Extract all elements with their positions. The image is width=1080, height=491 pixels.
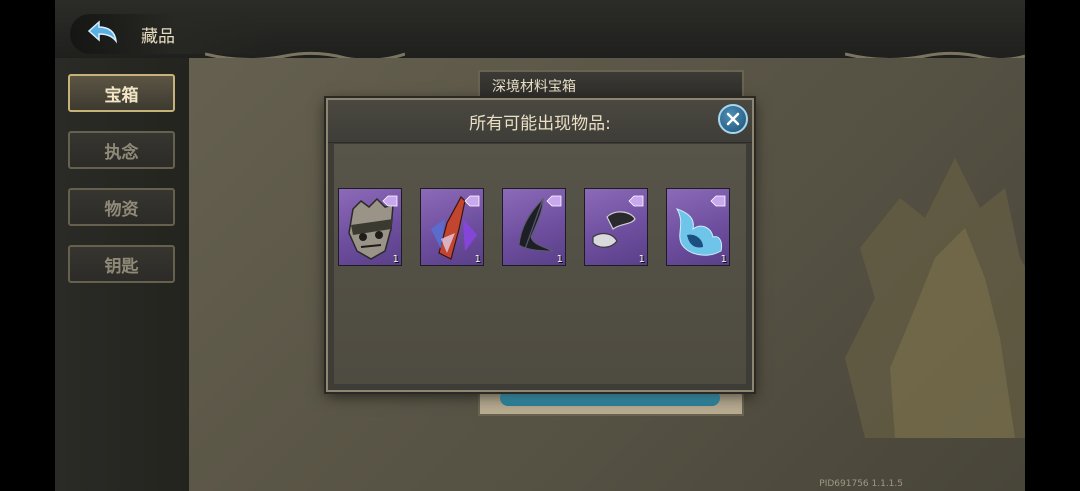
version-label: PID691756 1.1.1.5 — [819, 479, 903, 489]
modal-header: 所有可能出现物品: — [328, 100, 752, 143]
rarity-tag-icon — [464, 195, 480, 207]
item-quantity: 1 — [720, 254, 727, 265]
item-slot[interactable]: 1 — [502, 188, 566, 266]
sidebar-item-label: 宝箱 — [104, 85, 139, 106]
item-slot[interactable]: 1 — [338, 188, 402, 266]
item-slot[interactable]: 1 — [584, 188, 648, 266]
item-slot[interactable]: 1 — [420, 188, 484, 266]
item-quantity: 1 — [556, 254, 563, 265]
item-slot[interactable]: 1 — [666, 188, 730, 266]
item-quantity: 1 — [638, 254, 645, 265]
rarity-tag-icon — [382, 195, 398, 207]
chest-panel-title: 深境材料宝箱 — [480, 72, 742, 100]
close-icon — [726, 112, 740, 126]
sidebar: 宝箱 执念 物资 钥匙 — [55, 58, 191, 491]
possible-items-modal: 所有可能出现物品: 1 1 1 1 1 — [326, 98, 754, 392]
rarity-tag-icon — [546, 195, 562, 207]
rarity-tag-icon — [628, 195, 644, 207]
sidebar-item-supplies[interactable]: 物资 — [68, 188, 175, 226]
back-arrow-icon — [87, 20, 118, 44]
item-quantity: 1 — [474, 254, 481, 265]
background-rock-art — [845, 158, 1025, 438]
item-quantity: 1 — [392, 254, 399, 265]
sidebar-item-label: 物资 — [104, 199, 139, 220]
sidebar-item-obsession[interactable]: 执念 — [68, 131, 175, 169]
sidebar-item-label: 执念 — [104, 142, 139, 163]
open-chest-button[interactable] — [500, 390, 720, 406]
rarity-tag-icon — [710, 195, 726, 207]
close-button[interactable] — [718, 104, 748, 134]
sidebar-item-label: 钥匙 — [104, 256, 139, 277]
page-title: 藏品 — [141, 27, 175, 47]
back-button[interactable] — [83, 18, 123, 46]
modal-title: 所有可能出现物品: — [469, 114, 611, 134]
sidebar-item-keys[interactable]: 钥匙 — [68, 245, 175, 283]
sidebar-item-chest[interactable]: 宝箱 — [68, 74, 175, 112]
